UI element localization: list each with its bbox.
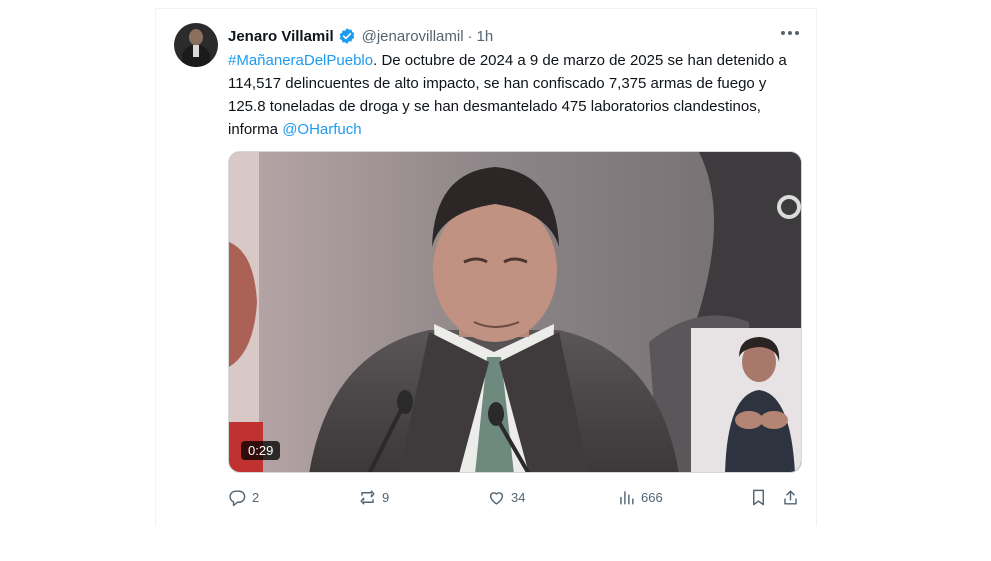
reply-icon xyxy=(229,489,246,506)
bookmark-icon xyxy=(753,489,764,505)
reply-button[interactable]: 2 xyxy=(228,485,259,509)
bookmark-button[interactable] xyxy=(749,485,768,509)
tweet-timestamp[interactable]: 1h xyxy=(477,28,494,45)
views-button[interactable]: 666 xyxy=(617,485,663,509)
video-frame-image xyxy=(229,152,801,472)
like-button[interactable]: 34 xyxy=(487,485,525,509)
more-icon[interactable] xyxy=(778,23,802,43)
avatar-shirt-shape xyxy=(193,45,199,57)
avatar[interactable] xyxy=(174,23,218,67)
verified-badge-icon xyxy=(338,27,356,45)
tweet-text: #MañaneraDelPueblo. De octubre de 2024 a… xyxy=(228,49,808,141)
hashtag-link[interactable]: #MañaneraDelPueblo xyxy=(228,52,373,69)
share-button[interactable] xyxy=(781,485,800,509)
video-duration-badge: 0:29 xyxy=(241,441,281,460)
author-handle[interactable]: @jenarovillamil xyxy=(362,28,464,45)
avatar-head-shape xyxy=(189,29,203,45)
repost-icon xyxy=(360,489,375,505)
more-dot xyxy=(795,31,799,35)
reply-count: 2 xyxy=(252,489,260,505)
views-count: 666 xyxy=(641,489,663,505)
repost-count: 9 xyxy=(382,489,390,505)
tweet-header: Jenaro Villamil @jenarovillamil · 1h xyxy=(228,26,493,46)
mention-link[interactable]: @OHarfuch xyxy=(282,121,361,138)
like-count: 34 xyxy=(511,489,526,505)
more-dot xyxy=(781,31,785,35)
separator-dot: · xyxy=(467,27,473,45)
repost-button[interactable]: 9 xyxy=(358,485,389,509)
tweet-actions: 2 9 34 666 xyxy=(228,485,802,509)
author-name[interactable]: Jenaro Villamil xyxy=(228,28,334,45)
share-icon xyxy=(784,489,797,505)
tweet-card[interactable]: Jenaro Villamil @jenarovillamil · 1h #Ma… xyxy=(155,8,817,526)
video-player[interactable]: 0:29 xyxy=(228,151,802,473)
views-icon xyxy=(620,490,634,505)
more-dot xyxy=(788,31,792,35)
like-icon xyxy=(489,491,504,505)
